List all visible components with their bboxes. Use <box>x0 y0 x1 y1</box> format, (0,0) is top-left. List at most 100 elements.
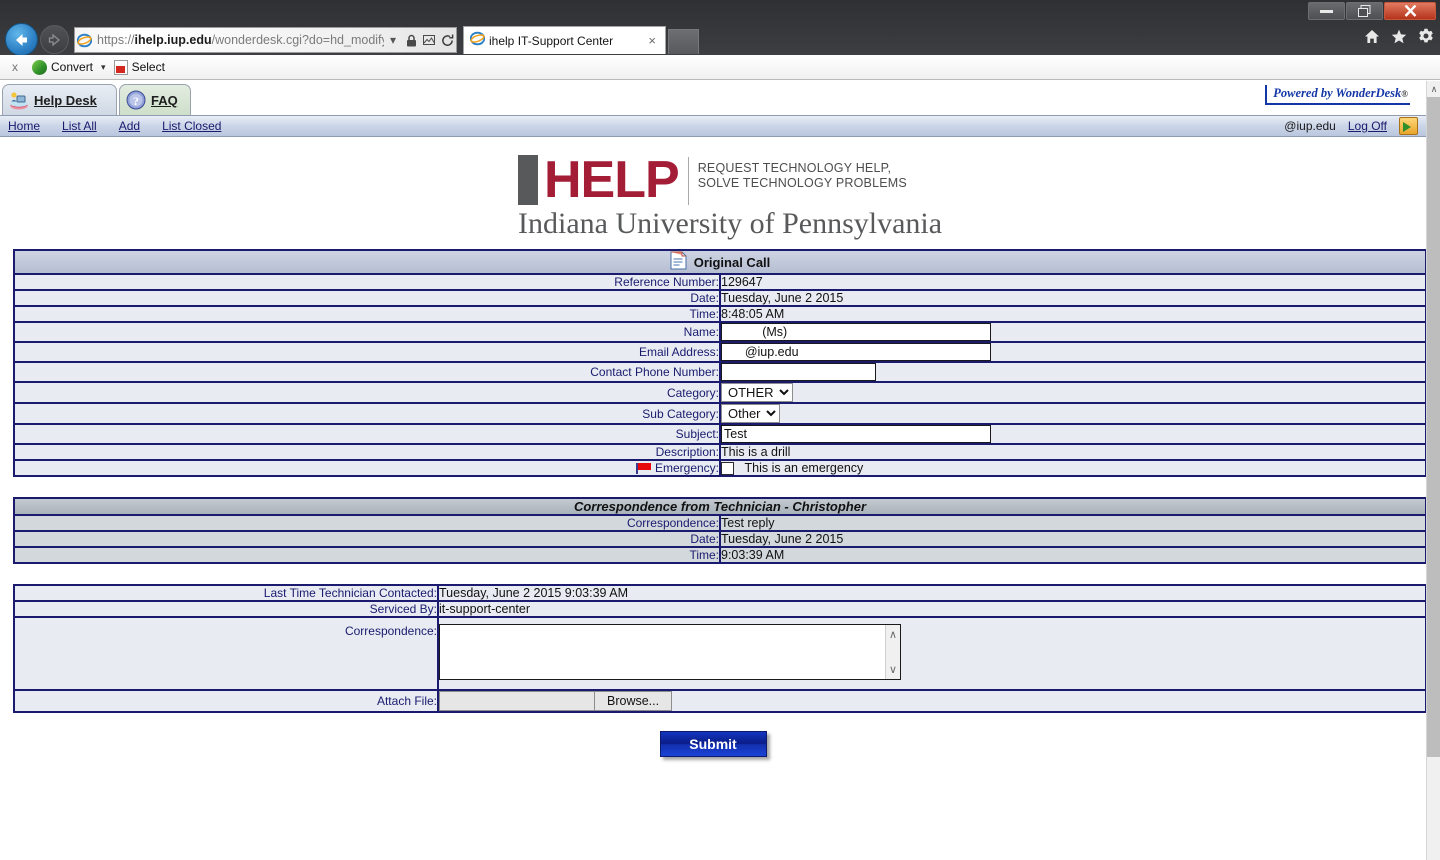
refresh-icon[interactable] <box>438 33 456 47</box>
user-email: @iup.edu <box>1284 119 1336 133</box>
page-content: Help Desk ? FAQ Powered by WonderDesk® H… <box>0 81 1440 860</box>
forward-button[interactable] <box>40 25 69 54</box>
label-attach-file: Attach File: <box>14 690 439 713</box>
tab-help-desk[interactable]: Help Desk <box>2 84 117 115</box>
scroll-up-icon[interactable]: ∧ <box>889 628 897 641</box>
address-dropdown-icon[interactable]: ▾ <box>384 33 402 47</box>
value-tech-time: 9:03:39 AM <box>720 547 1426 564</box>
emergency-checkbox[interactable] <box>721 462 734 476</box>
convert-label: Convert <box>51 60 94 74</box>
select-label: Select <box>131 60 165 74</box>
site-nav-bar: Home List All Add List Closed @iup.edu L… <box>0 115 1426 137</box>
faq-icon: ? <box>125 89 147 111</box>
pdf-command-bar: x Convert ▾ Select <box>0 55 1440 80</box>
attach-file-control: Browse... <box>439 691 1425 712</box>
email-address-input[interactable] <box>721 343 991 361</box>
value-time: 8:48:05 AM <box>720 306 1426 323</box>
close-commandbar-icon[interactable]: x <box>10 60 24 74</box>
forward-arrow-icon <box>48 33 61 46</box>
label-tech-correspondence: Correspondence: <box>14 515 721 533</box>
tab-close-icon[interactable]: × <box>645 33 659 48</box>
table-row: Time: 8:48:05 AM <box>14 306 1426 323</box>
submit-button[interactable]: Submit <box>659 731 767 758</box>
label-tech-date: Date: <box>14 531 721 549</box>
table-row: Category: OTHER <box>14 382 1426 404</box>
logo-i-bar <box>518 155 538 205</box>
window-controls <box>1308 2 1436 20</box>
table-row: Correspondence: ∧ ∨ <box>14 617 1426 692</box>
select-pdf-icon <box>113 59 128 75</box>
label-reply-correspondence: Correspondence: <box>14 617 439 692</box>
favorites-icon[interactable] <box>1391 29 1407 44</box>
browser-tab-title: ihelp IT-Support Center <box>489 33 614 48</box>
original-call-header: Original Call <box>14 250 1426 275</box>
table-row: Contact Phone Number: <box>14 362 1426 383</box>
restore-button[interactable] <box>1346 2 1383 20</box>
back-arrow-icon <box>16 33 27 46</box>
address-bar[interactable]: https://ihelp.iup.edu/wonderdesk.cgi?do=… <box>74 27 457 53</box>
powered-by-wonderdesk: Powered by WonderDesk® <box>1265 85 1410 105</box>
subject-input[interactable] <box>721 425 991 443</box>
scroll-down-icon[interactable]: ∨ <box>889 663 897 676</box>
compatibility-view-icon[interactable] <box>420 34 438 46</box>
name-input[interactable] <box>721 323 991 341</box>
lock-icon <box>402 34 420 47</box>
textarea-scrollbar[interactable]: ∧ ∨ <box>885 625 900 680</box>
technician-correspondence-table: Correspondence from Technician - Christo… <box>13 497 1427 565</box>
sub-category-select[interactable]: Other <box>721 404 780 423</box>
document-icon <box>670 251 687 273</box>
contact-phone-number-input[interactable] <box>721 363 876 381</box>
value-tech-correspondence: Test reply <box>720 515 1426 533</box>
category-select[interactable]: OTHER <box>721 383 793 402</box>
logoff-icon[interactable] <box>1399 117 1418 135</box>
original-call-header-row: Original Call <box>14 250 1426 275</box>
nav-link-add[interactable]: Add <box>119 119 140 133</box>
minimize-button[interactable] <box>1308 2 1345 20</box>
close-button[interactable] <box>1384 2 1436 20</box>
technician-correspondence-header-row: Correspondence from Technician - Christo… <box>14 498 1426 517</box>
label-tech-time: Time: <box>14 547 721 564</box>
nav-link-home[interactable]: Home <box>8 119 40 133</box>
browse-button[interactable]: Browse... <box>594 691 673 712</box>
label-email-address: Email Address: <box>14 342 721 363</box>
browser-tab[interactable]: ihelp IT-Support Center × <box>463 26 666 54</box>
tab-faq[interactable]: ? FAQ <box>119 84 191 115</box>
log-off-link[interactable]: Log Off <box>1348 119 1387 133</box>
label-serviced-by: Serviced By: <box>14 601 439 619</box>
emergency-flag-icon <box>635 463 651 475</box>
table-row: Reference Number: 129647 <box>14 274 1426 291</box>
brand-logo-block: HELP REQUEST TECHNOLOGY HELP, SOLVE TECH… <box>0 137 1426 249</box>
svg-text:?: ? <box>133 94 139 108</box>
label-name: Name: <box>14 322 721 343</box>
correspondence-textarea[interactable] <box>439 624 901 681</box>
scrollbar-thumb[interactable] <box>1427 97 1440 757</box>
convert-globe-icon <box>32 59 47 75</box>
tab-favicon-icon <box>469 31 486 51</box>
nav-link-list-all[interactable]: List All <box>62 119 97 133</box>
logo-tagline: REQUEST TECHNOLOGY HELP, SOLVE TECHNOLOG… <box>698 155 907 191</box>
logo-divider <box>687 157 689 205</box>
scrollbar-up-button[interactable]: ∧ <box>1427 81 1440 97</box>
convert-dropdown-icon[interactable]: ▾ <box>101 62 106 73</box>
select-button[interactable]: Select <box>113 59 165 75</box>
table-row: Description: This is a drill <box>14 444 1426 461</box>
tools-gear-icon[interactable] <box>1418 28 1434 44</box>
value-description: This is a drill <box>720 444 1426 461</box>
page-scrollbar[interactable]: ∧ <box>1426 81 1440 860</box>
home-icon[interactable] <box>1364 29 1380 44</box>
table-row: Time: 9:03:39 AM <box>14 547 1426 564</box>
technician-correspondence-header: Correspondence from Technician - Christo… <box>14 498 1426 517</box>
table-row: Serviced By: it-support-center <box>14 601 1426 619</box>
value-last-time-contacted: Tuesday, June 2 2015 9:03:39 AM <box>438 585 1426 603</box>
convert-button[interactable]: Convert <box>32 59 94 75</box>
nav-link-list-closed[interactable]: List Closed <box>162 119 221 133</box>
back-button[interactable] <box>5 23 38 56</box>
ihelp-logo: HELP REQUEST TECHNOLOGY HELP, SOLVE TECH… <box>518 154 942 241</box>
new-tab-button[interactable] <box>668 29 699 54</box>
table-row: Date: Tuesday, June 2 2015 <box>14 290 1426 307</box>
browser-chrome: https://ihelp.iup.edu/wonderdesk.cgi?do=… <box>0 0 1440 80</box>
attach-file-path-input[interactable] <box>439 691 594 712</box>
emergency-checkbox-label: This is an emergency <box>744 461 864 475</box>
label-last-time-contacted: Last Time Technician Contacted: <box>14 585 439 603</box>
label-emergency: Emergency: <box>14 460 721 477</box>
